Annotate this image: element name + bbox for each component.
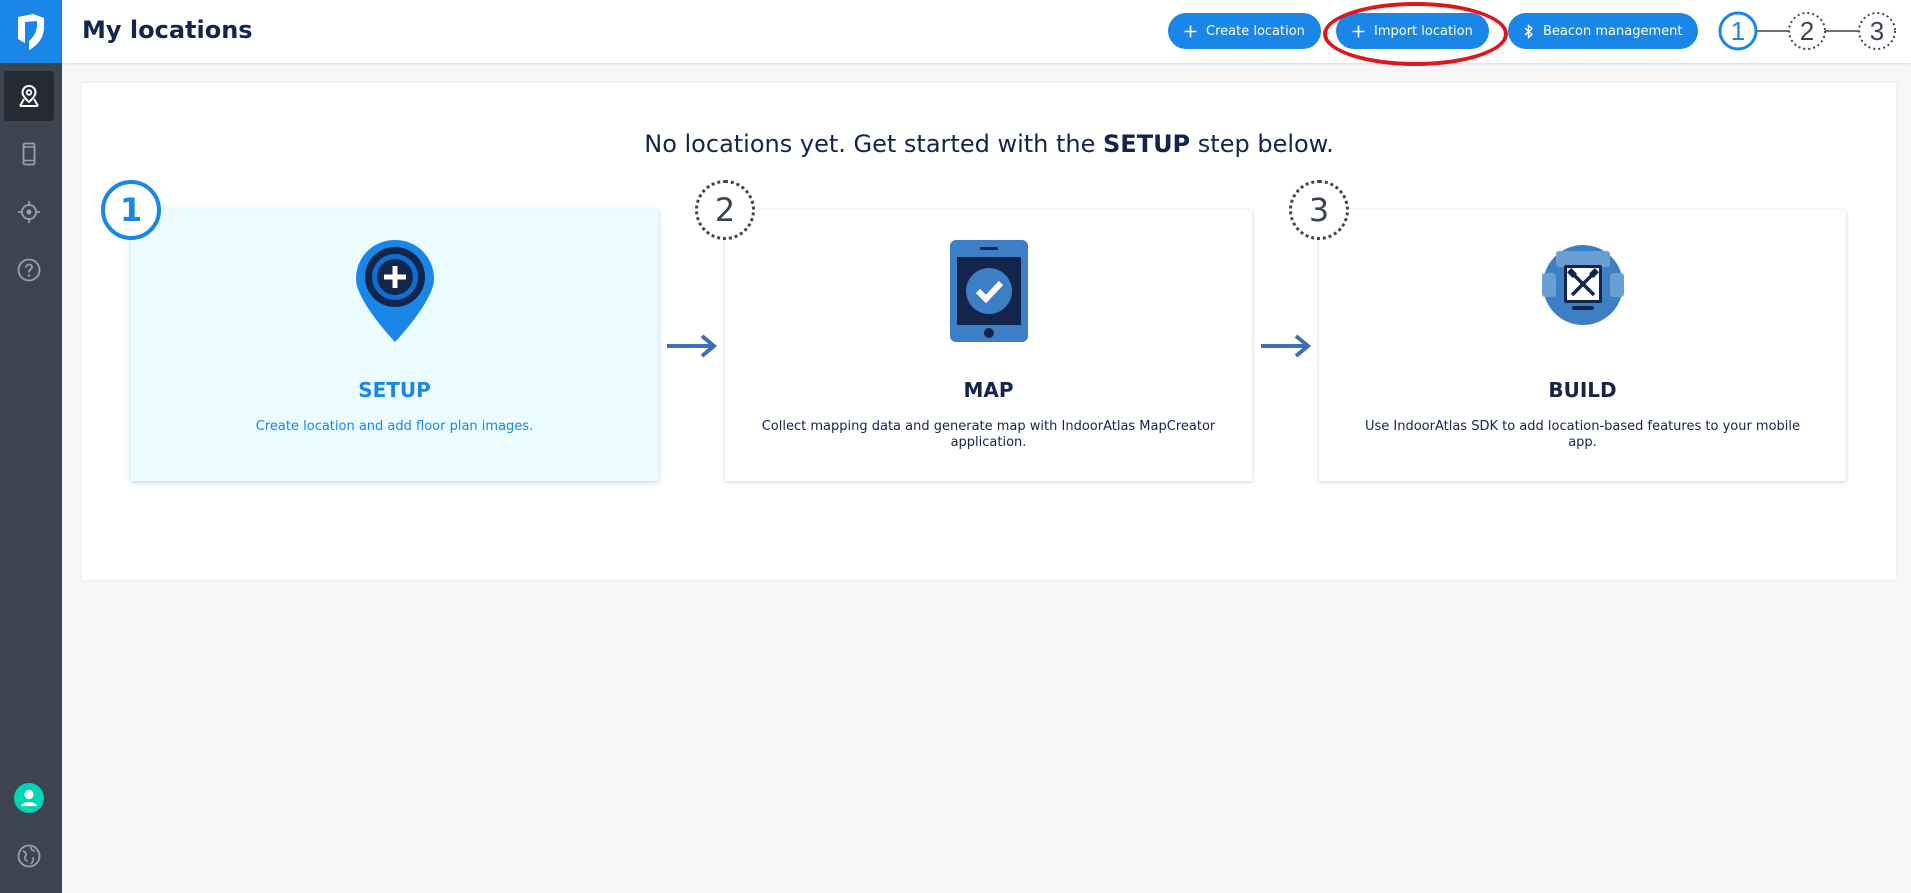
sidebar-item-positioning[interactable] bbox=[4, 187, 54, 237]
page-title: My locations bbox=[82, 16, 253, 44]
import-location-label: Import location bbox=[1374, 23, 1473, 39]
steps-progress: 1 2 3 bbox=[1718, 11, 1896, 51]
headline-prefix: No locations yet. Get started with the bbox=[644, 130, 1104, 158]
step-badge-2: 2 bbox=[695, 180, 755, 240]
sidebar-item-account[interactable] bbox=[4, 773, 54, 823]
user-avatar-icon bbox=[14, 783, 44, 813]
import-location-button[interactable]: Import location bbox=[1336, 13, 1489, 49]
plus-icon bbox=[1184, 25, 1197, 38]
sidebar-item-globe[interactable] bbox=[4, 831, 54, 881]
build-description: Use IndoorAtlas SDK to add location-base… bbox=[1364, 419, 1801, 450]
step-badge-3: 3 bbox=[1289, 180, 1349, 240]
step-mini-2: 2 bbox=[1800, 16, 1814, 46]
build-title: BUILD bbox=[1548, 378, 1617, 402]
sidebar bbox=[0, 0, 62, 893]
location-plus-icon bbox=[355, 240, 434, 342]
sidebar-item-devices[interactable] bbox=[4, 129, 54, 179]
help-icon bbox=[17, 258, 41, 282]
beacon-management-button[interactable]: Beacon management bbox=[1508, 13, 1699, 49]
setup-title: SETUP bbox=[358, 378, 431, 402]
setup-card[interactable]: SETUP Create location and add floor plan… bbox=[131, 210, 658, 481]
step-mini-1: 1 bbox=[1731, 16, 1745, 46]
getting-started-panel: No locations yet. Get started with the S… bbox=[82, 83, 1896, 580]
build-card[interactable]: BUILD Use IndoorAtlas SDK to add locatio… bbox=[1319, 210, 1846, 481]
step-badge-1: 1 bbox=[101, 180, 161, 240]
map-card[interactable]: MAP Collect mapping data and generate ma… bbox=[725, 210, 1252, 481]
sidebar-item-locations[interactable] bbox=[4, 71, 54, 121]
header: My locations Create location Import loca… bbox=[62, 0, 1911, 63]
headline-bold: SETUP bbox=[1103, 130, 1191, 158]
phone-icon bbox=[22, 142, 36, 166]
beacon-management-label: Beacon management bbox=[1543, 23, 1683, 39]
bluetooth-icon bbox=[1524, 23, 1534, 39]
indooratlas-logo[interactable] bbox=[0, 0, 62, 63]
setup-description: Create location and add floor plan image… bbox=[255, 419, 534, 434]
sidebar-item-help[interactable] bbox=[4, 245, 54, 295]
globe-icon bbox=[17, 844, 41, 868]
plus-icon bbox=[1352, 25, 1365, 38]
build-tools-icon bbox=[1541, 245, 1624, 325]
headline-suffix: step below. bbox=[1190, 130, 1334, 158]
arrow-right-icon bbox=[667, 334, 718, 358]
empty-state-headline: No locations yet. Get started with the S… bbox=[82, 130, 1896, 158]
map-title: MAP bbox=[963, 378, 1014, 402]
arrow-right-icon bbox=[1261, 334, 1312, 358]
create-location-label: Create location bbox=[1206, 23, 1305, 39]
step-mini-3: 3 bbox=[1870, 16, 1884, 46]
location-pin-icon bbox=[19, 84, 39, 107]
crosshair-icon bbox=[18, 201, 40, 223]
tablet-check-icon bbox=[949, 240, 1028, 342]
create-location-button[interactable]: Create location bbox=[1168, 13, 1321, 49]
map-description: Collect mapping data and generate map wi… bbox=[761, 419, 1216, 450]
logo-icon bbox=[18, 13, 44, 50]
